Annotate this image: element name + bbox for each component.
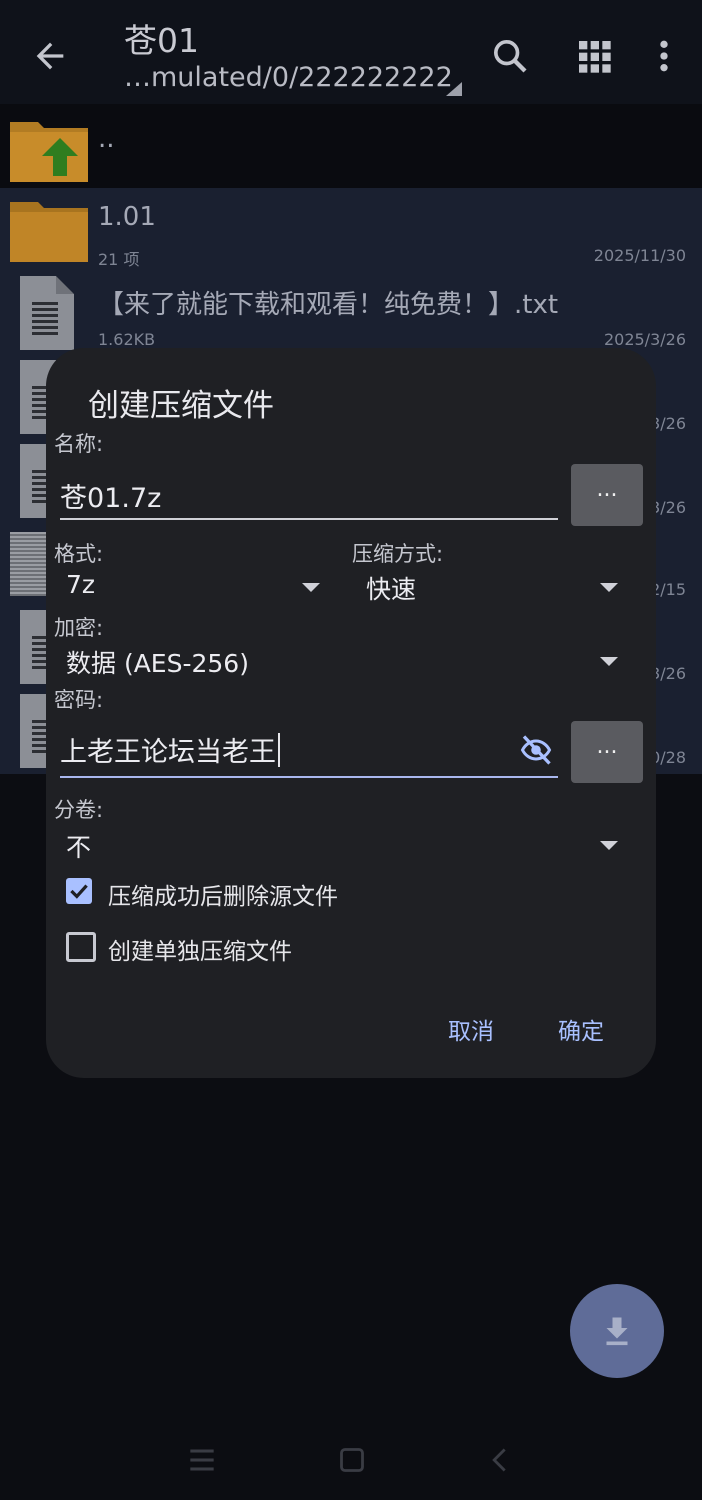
- list-item-name[interactable]: 【来了就能下载和观看！纯免费！】.txt: [98, 284, 558, 321]
- format-select[interactable]: 7z: [66, 570, 95, 599]
- password-input[interactable]: 上老王论坛当老王: [60, 730, 280, 769]
- document-icon: [20, 276, 74, 350]
- chevron-down-icon: [302, 583, 320, 592]
- download-icon: [606, 1317, 628, 1346]
- folder-title: 苍01: [124, 21, 199, 60]
- search-icon[interactable]: [490, 36, 530, 76]
- chevron-down-icon: [600, 841, 618, 850]
- password-more-button[interactable]: ...: [571, 721, 643, 783]
- extract-fab-button[interactable]: [570, 1284, 664, 1378]
- image-thumbnail: [10, 532, 50, 596]
- encrypt-label: 加密:: [54, 616, 104, 640]
- name-browse-button[interactable]: ...: [571, 464, 643, 526]
- visibility-off-icon[interactable]: [516, 732, 556, 768]
- chevron-down-icon: [600, 657, 618, 666]
- method-select[interactable]: 快速: [366, 570, 416, 606]
- folder-icon: [10, 202, 88, 262]
- list-item-parent[interactable]: ..: [0, 104, 702, 188]
- split-select[interactable]: 不: [66, 828, 91, 864]
- cancel-button[interactable]: 取消: [448, 1012, 494, 1046]
- list-item-date: 2025/11/30: [593, 246, 686, 265]
- dialog-title: 创建压缩文件: [88, 388, 274, 424]
- encrypt-select[interactable]: 数据 (AES-256): [66, 644, 249, 680]
- name-label: 名称:: [54, 432, 104, 456]
- path-dropdown[interactable]: …mulated/0/222222222: [124, 62, 453, 93]
- app-bar: 苍01 …mulated/0/222222222: [0, 0, 702, 104]
- home-icon[interactable]: [338, 1446, 366, 1474]
- path-dropdown-icon: [446, 82, 462, 96]
- name-input[interactable]: 苍01.7z: [60, 476, 161, 515]
- password-value: 上老王论坛当老王: [60, 737, 276, 768]
- name-input-underline: [60, 518, 558, 520]
- more-vert-icon[interactable]: [644, 36, 684, 76]
- delete-source-checkbox[interactable]: [66, 878, 92, 904]
- list-item-meta: 1.62KB: [98, 330, 156, 349]
- grid-view-icon[interactable]: [574, 36, 614, 76]
- text-cursor: [278, 733, 280, 767]
- recents-icon[interactable]: [188, 1446, 216, 1474]
- method-label: 压缩方式:: [352, 542, 444, 566]
- list-item-meta: 21 项: [98, 250, 140, 269]
- format-label: 格式:: [54, 542, 104, 566]
- delete-source-label[interactable]: 压缩成功后删除源文件: [108, 877, 338, 911]
- list-item-name[interactable]: 1.01: [98, 202, 156, 232]
- password-input-underline: [60, 776, 558, 778]
- separate-archive-label[interactable]: 创建单独压缩文件: [108, 932, 292, 966]
- back-arrow-icon[interactable]: [30, 36, 70, 76]
- back-nav-icon[interactable]: [486, 1446, 514, 1474]
- chevron-down-icon: [600, 583, 618, 592]
- create-archive-dialog: 创建压缩文件 名称: 苍01.7z ... 格式: 7z 压缩方式: 快速 加密…: [46, 348, 656, 1078]
- separate-archive-checkbox[interactable]: [66, 932, 96, 962]
- checkmark-icon: [70, 884, 88, 899]
- list-item-name: ..: [98, 124, 115, 154]
- ok-button[interactable]: 确定: [558, 1012, 604, 1046]
- list-item-date: 2025/3/26: [603, 330, 686, 349]
- folder-up-icon: [10, 122, 88, 182]
- split-label: 分卷:: [54, 798, 104, 822]
- password-label: 密码:: [54, 688, 104, 712]
